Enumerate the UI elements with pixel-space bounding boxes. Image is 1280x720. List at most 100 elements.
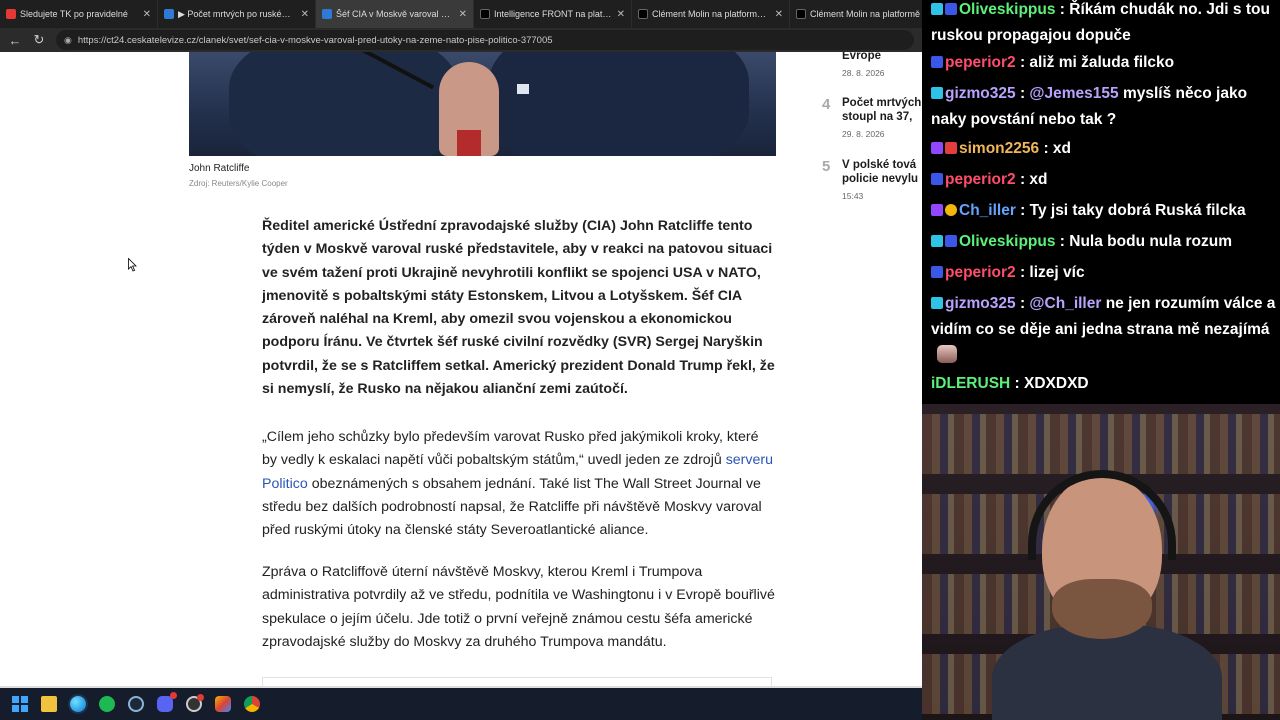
chat-username[interactable]: gizmo325 (945, 85, 1016, 102)
chat-badge-icon (931, 235, 943, 247)
ct24-favicon-icon (164, 9, 174, 19)
browser-tab[interactable]: Clément Molin na platformě X: „A ✕ (632, 0, 790, 28)
chat-separator: : (1039, 140, 1053, 157)
tab-title: ▶ Počet mrtvých po ruském útoku (178, 8, 297, 19)
obs-icon[interactable] (186, 694, 204, 712)
most-read-rank: 4 (822, 96, 831, 113)
chat-emote-icon (937, 345, 957, 363)
mouse-cursor-icon (128, 258, 137, 272)
chat-badge-icon (945, 3, 957, 15)
flag-pin-icon (517, 84, 529, 94)
chat-separator: : (1015, 295, 1030, 312)
tab-title: Šéf CIA v Moskvě varoval před útoky (336, 9, 455, 19)
address-bar-row: ← ↻ ◉ https://ct24.ceskatelevize.cz/clan… (0, 28, 922, 52)
back-arrow-icon[interactable]: ← (8, 33, 22, 48)
tab-title: Intelligence FRONT na platformě X (494, 9, 613, 19)
chat-badge-icon (931, 204, 943, 216)
webcam-feed (922, 404, 1280, 720)
chat-badge-icon (931, 87, 943, 99)
chat-mention[interactable]: @Jemes155 (1029, 85, 1118, 102)
most-read-date: 15:43 (842, 191, 864, 201)
youtube-favicon-icon (6, 9, 16, 19)
chat-username[interactable]: Oliveskippus (959, 1, 1055, 18)
chat-username[interactable]: Ch_iller (959, 202, 1016, 219)
close-tab-icon[interactable]: ✕ (301, 9, 309, 20)
browser-tab[interactable]: ▶ Počet mrtvých po ruském útoku ✕ (158, 0, 316, 28)
image-credit: Zdroj: Reuters/Kylie Cooper (189, 179, 288, 188)
chat-text: xd (1052, 140, 1072, 157)
close-tab-icon[interactable]: ✕ (775, 9, 783, 20)
chat-text: Ty jsi taky dobrá Ruská filcka (1029, 202, 1246, 219)
close-tab-icon[interactable]: ✕ (143, 9, 151, 20)
chat-username[interactable]: gizmo325 (945, 295, 1016, 312)
article-lead: Ředitel americké Ústřední zpravodajské s… (262, 218, 775, 398)
chat-message: Oliveskippus : Nula bodu nula rozum (931, 229, 1276, 255)
chat-message: gizmo325 : @Jemes155 myslíš něco jako na… (931, 81, 1276, 133)
browser-tab[interactable]: Sledujete TK po pravidelné ✕ (0, 0, 158, 28)
notification-badge (170, 692, 177, 699)
chat-username[interactable]: peperior2 (945, 54, 1016, 71)
windows-icon[interactable] (12, 696, 28, 712)
chat-message: peperior2 : aliž mi žaluda filcko (931, 50, 1276, 76)
steam-icon[interactable] (128, 696, 144, 712)
most-read-date: 28. 8. 2026 (842, 68, 885, 78)
most-read-title: Evropě (842, 52, 881, 62)
url-field[interactable]: ◉ https://ct24.ceskatelevize.cz/clanek/s… (56, 30, 914, 50)
chat-username[interactable]: simon2256 (959, 140, 1039, 157)
most-read-title-line2: policie nevylu (842, 173, 919, 185)
chat-username[interactable]: peperior2 (945, 264, 1016, 281)
chat-text: lizej víc (1029, 264, 1085, 281)
chat-separator: : (1015, 202, 1030, 219)
chat-separator: : (1015, 171, 1030, 188)
chat-badge-icon (931, 297, 943, 309)
tab-bar: Sledujete TK po pravidelné ✕ ▶ Počet mrt… (0, 0, 922, 28)
stream-chat-panel: Oliveskippus : Říkám chudák no. Jdi s to… (922, 0, 1280, 404)
most-read-rank: 5 (822, 158, 831, 175)
discord-icon[interactable] (157, 692, 177, 712)
site-info-icon[interactable]: ◉ (64, 35, 72, 46)
chat-username[interactable]: Oliveskippus (959, 233, 1055, 250)
chat-text: aliž mi žaluda filcko (1029, 54, 1175, 71)
chat-mention[interactable]: @Ch_iller (1029, 295, 1101, 312)
browser-tab-active[interactable]: Šéf CIA v Moskvě varoval před útoky ✕ (316, 0, 474, 28)
spotify-icon[interactable] (99, 696, 115, 712)
chat-badge-icon (945, 235, 957, 247)
chat-message: simon2256 : xd (931, 136, 1276, 162)
tab-title: Clément Molin na platformě X (810, 9, 922, 19)
chat-message: peperior2 : xd (931, 167, 1276, 193)
browser-tab[interactable]: Clément Molin na platformě X (790, 0, 922, 28)
close-tab-icon[interactable]: ✕ (459, 9, 467, 20)
web-page: John Ratcliffe Zdroj: Reuters/Kylie Coop… (0, 52, 922, 686)
article-paragraph: Zpráva o Ratcliffově úterní návštěvě Mos… (262, 564, 775, 650)
tab-title: Sledujete TK po pravidelné (20, 9, 128, 19)
taskbar (0, 688, 922, 720)
x-favicon-icon (796, 9, 806, 19)
chat-username[interactable]: peperior2 (945, 171, 1016, 188)
image-caption: John Ratcliffe (189, 163, 250, 174)
most-read-title: Počet mrtvých (842, 97, 922, 109)
browser-tab[interactable]: Intelligence FRONT na platformě X ✕ (474, 0, 632, 28)
chat-badge-icon (931, 173, 943, 185)
chat-badge-icon (931, 56, 943, 68)
chat-message: peperior2 : lizej víc (931, 260, 1276, 286)
chat-badge-icon (945, 142, 957, 154)
chat-username[interactable]: iDLERUSH (931, 375, 1010, 392)
chrome-icon[interactable] (244, 696, 260, 712)
ct24-favicon-icon (322, 9, 332, 19)
chat-message: Oliveskippus : Říkám chudák no. Jdi s to… (931, 0, 1276, 49)
tab-title: Clément Molin na platformě X: „A (652, 9, 771, 19)
x-favicon-icon (638, 9, 648, 19)
most-read-title-line2: stoupl na 37, (842, 111, 913, 123)
x-favicon-icon (480, 9, 490, 19)
chat-message: Ch_iller : Ty jsi taky dobrá Ruská filck… (931, 198, 1276, 224)
most-read-title: V polské tová (842, 159, 917, 171)
chat-message: gizmo325 : @Ch_iller ne jen rozumím válc… (931, 291, 1276, 369)
close-tab-icon[interactable]: ✕ (617, 9, 625, 20)
article-paragraph: „Cílem jeho schůzky bylo především varov… (262, 429, 773, 539)
multi-app-icon[interactable] (215, 696, 231, 712)
reload-icon[interactable]: ↻ (32, 32, 46, 48)
file-explorer-icon[interactable] (41, 696, 57, 712)
chat-message: iDLERUSH : XDXDXD (931, 371, 1276, 397)
notification-badge (197, 694, 204, 701)
edge-icon[interactable] (70, 696, 86, 712)
